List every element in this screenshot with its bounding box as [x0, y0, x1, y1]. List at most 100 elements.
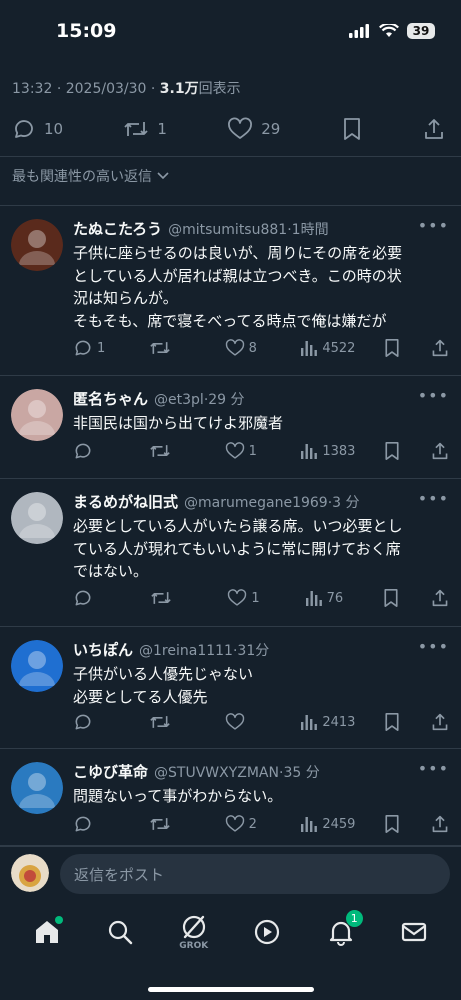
bookmark-icon	[341, 117, 363, 141]
share-icon	[431, 588, 449, 608]
share-button[interactable]	[431, 588, 451, 608]
views-icon	[300, 713, 318, 731]
tweet-time: 13:32	[12, 81, 53, 97]
tweet-action-row: 10 1 29	[0, 112, 461, 146]
retweet-button[interactable]	[149, 441, 197, 461]
reply-item[interactable]: たぬこたろう @mitsumitsu881·1時間 ••• 子供に座らせるのは良…	[0, 206, 461, 375]
avatar[interactable]	[11, 762, 63, 814]
avatar-image	[11, 389, 63, 441]
retweet-count: 1	[157, 120, 167, 138]
reply-actions: 1 1383	[73, 439, 451, 463]
retweet-button[interactable]	[149, 338, 197, 358]
more-options-icon[interactable]: •••	[418, 637, 449, 656]
share-button[interactable]	[431, 338, 451, 358]
tab-notifications[interactable]: 1	[321, 910, 363, 952]
retweet-button[interactable]	[149, 814, 197, 834]
display-name[interactable]: いちぽん	[73, 639, 133, 660]
bookmark-button[interactable]	[383, 712, 403, 732]
view-count: 76	[326, 590, 344, 606]
like-button[interactable]: 1	[225, 441, 273, 461]
views-button[interactable]: 4522	[300, 339, 355, 357]
reply-sort-dropdown[interactable]: 最も関連性の高い返信	[12, 166, 170, 186]
avatar[interactable]	[11, 389, 63, 441]
tab-messages[interactable]	[394, 912, 434, 952]
bookmark-button[interactable]	[383, 441, 403, 461]
battery-indicator: 39	[407, 23, 435, 39]
reply-button[interactable]: 1	[73, 338, 121, 358]
more-options-icon[interactable]: •••	[418, 386, 449, 405]
views-button[interactable]: 2459	[300, 815, 355, 833]
avatar[interactable]	[11, 854, 49, 892]
user-handle: @et3pl·29 分	[154, 392, 245, 408]
share-button[interactable]	[431, 441, 451, 461]
share-button[interactable]	[431, 814, 451, 834]
retweet-icon	[150, 588, 172, 608]
reply-button[interactable]	[73, 814, 121, 834]
reply-button[interactable]	[73, 441, 121, 461]
views-icon	[300, 815, 318, 833]
user-handle: @1reina1111·31分	[139, 643, 270, 659]
like-button[interactable]: 1	[227, 588, 275, 608]
tab-home[interactable]	[27, 912, 67, 952]
chevron-down-icon	[156, 171, 170, 181]
like-button[interactable]: 2	[225, 814, 273, 834]
reply-item[interactable]: いちぽん @1reina1111·31分 ••• 子供がいる人優先じゃない 必要…	[0, 627, 461, 748]
reply-header: こゆび革命 @STUVWXYZMAN·35 分	[73, 761, 421, 782]
reply-item[interactable]: こゆび革命 @STUVWXYZMAN·35 分 ••• 問題ないって事がわからな…	[0, 749, 461, 845]
retweet-button[interactable]	[149, 712, 197, 732]
bookmark-icon	[383, 441, 401, 461]
reply-button[interactable]	[73, 588, 121, 608]
heart-icon	[225, 338, 245, 358]
heart-icon	[227, 117, 253, 141]
tab-bar: GROK 1	[0, 900, 461, 1000]
avatar[interactable]	[11, 219, 63, 271]
tab-search[interactable]	[100, 912, 140, 952]
display-name[interactable]: こゆび革命	[73, 761, 148, 782]
status-bar: 15:09 39	[0, 0, 461, 62]
share-button[interactable]	[423, 117, 445, 141]
reply-button[interactable]	[73, 712, 121, 732]
tweet-date: 2025/03/30	[65, 81, 147, 97]
retweet-button[interactable]: 1	[123, 117, 167, 141]
reply-button[interactable]: 10	[12, 117, 63, 141]
tab-grok[interactable]: GROK	[174, 912, 214, 952]
bookmark-button[interactable]	[382, 588, 402, 608]
like-button[interactable]: 29	[227, 117, 280, 141]
like-count: 1	[248, 443, 257, 459]
search-icon	[106, 918, 134, 946]
avatar[interactable]	[11, 492, 63, 544]
display-name[interactable]: 匿名ちゃん	[73, 388, 148, 409]
display-name[interactable]: たぬこたろう	[73, 218, 162, 239]
reply-count: 10	[44, 120, 64, 138]
home-new-dot	[54, 916, 63, 924]
user-handle: @STUVWXYZMAN·35 分	[154, 765, 320, 781]
bookmark-button[interactable]	[383, 814, 403, 834]
like-button[interactable]: 8	[225, 338, 273, 358]
reply-header: 匿名ちゃん @et3pl·29 分	[73, 388, 421, 409]
reply-item[interactable]: 匿名ちゃん @et3pl·29 分 ••• 非国民は国から出てけよ邪魔者 1 1…	[0, 376, 461, 478]
display-name[interactable]: まるめがね旧式	[73, 491, 178, 512]
bookmark-button[interactable]	[383, 338, 403, 358]
more-options-icon[interactable]: •••	[418, 216, 449, 235]
meta-separator: ·	[56, 81, 66, 97]
mail-icon	[400, 918, 428, 946]
grok-icon	[180, 914, 208, 940]
notification-badge: 1	[345, 910, 363, 927]
views-button[interactable]: 1383	[300, 442, 355, 460]
views-button[interactable]: 2413	[300, 713, 355, 731]
more-options-icon[interactable]: •••	[418, 759, 449, 778]
tab-video[interactable]	[247, 912, 287, 952]
like-button[interactable]	[225, 712, 273, 732]
avatar[interactable]	[11, 640, 63, 692]
reply-item[interactable]: まるめがね旧式 @marumegane1969·3 分 ••• 必要としている人…	[0, 479, 461, 626]
bookmark-button[interactable]	[341, 117, 363, 141]
more-options-icon[interactable]: •••	[418, 489, 449, 508]
retweet-button[interactable]	[150, 588, 198, 608]
views-button[interactable]: 76	[305, 589, 353, 607]
like-count: 29	[261, 120, 281, 138]
reply-input[interactable]: 返信をポスト	[60, 854, 450, 894]
reply-text: 問題ないって事がわからない。	[73, 787, 283, 805]
share-button[interactable]	[431, 712, 451, 732]
reply-icon	[73, 338, 93, 358]
reply-age: 1時間	[291, 222, 329, 238]
